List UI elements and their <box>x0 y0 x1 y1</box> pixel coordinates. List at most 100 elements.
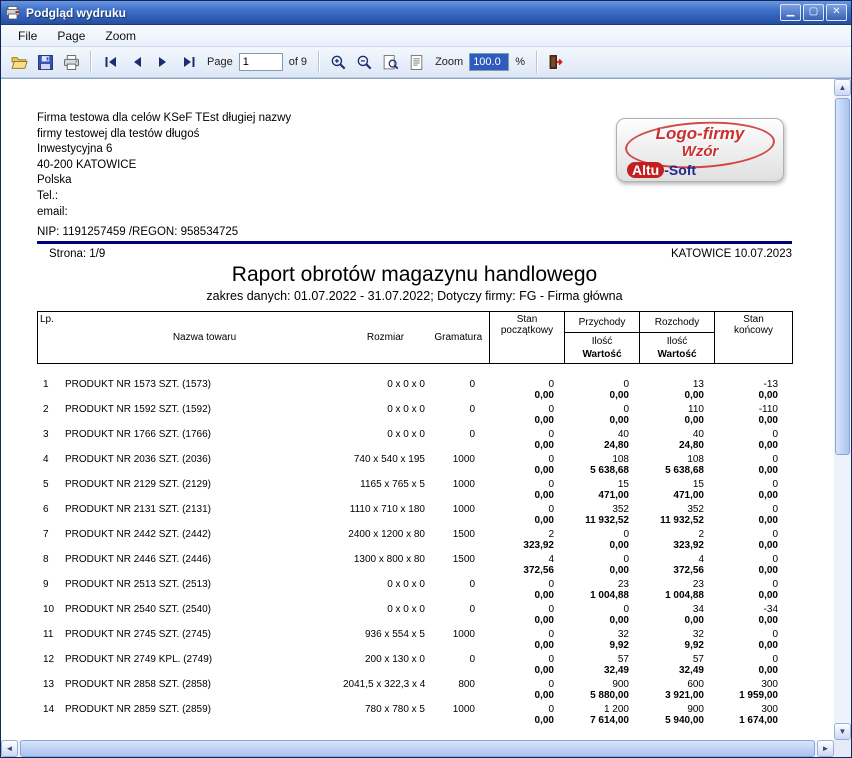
menu-zoom[interactable]: Zoom <box>96 27 145 45</box>
scroll-up-button[interactable]: ▲ <box>834 79 851 96</box>
page-number-input[interactable] <box>239 53 283 71</box>
cell-weight: 0 <box>427 602 489 627</box>
maximize-button[interactable]: ▢ <box>803 4 824 21</box>
cell-outgoing: 6003 921,00 <box>639 677 714 702</box>
zoom-out-button[interactable] <box>352 50 377 74</box>
prev-page-button[interactable] <box>124 50 149 74</box>
minimize-button[interactable]: ▁ <box>780 4 801 21</box>
last-page-button[interactable] <box>176 50 201 74</box>
cell-opening: 00,00 <box>489 377 564 402</box>
print-button[interactable] <box>59 50 84 74</box>
cell-opening: 00,00 <box>489 702 564 727</box>
titlebar[interactable]: Podgląd wydruku ▁ ▢ ✕ <box>1 1 851 25</box>
city-date: KATOWICE 10.07.2023 <box>671 248 792 260</box>
open-button[interactable] <box>7 50 32 74</box>
next-page-icon <box>155 54 171 70</box>
cell-closing: 00,00 <box>714 477 792 502</box>
cell-weight: 1000 <box>427 477 489 502</box>
cell-closing: 00,00 <box>714 652 792 677</box>
save-button[interactable] <box>33 50 58 74</box>
text-view-button[interactable] <box>404 50 429 74</box>
text-page-icon <box>408 54 425 71</box>
cell-weight: 1500 <box>427 527 489 552</box>
cell-weight: 1000 <box>427 702 489 727</box>
report-title: Raport obrotów magazynu handlowego <box>37 263 792 287</box>
cell-lp: 3 <box>37 427 65 452</box>
first-page-icon <box>103 54 119 70</box>
cell-outgoing: 4024,80 <box>639 427 714 452</box>
scrollbar-corner <box>834 740 851 757</box>
first-page-button[interactable] <box>98 50 123 74</box>
cell-lp: 4 <box>37 452 65 477</box>
cell-opening: 00,00 <box>489 452 564 477</box>
column-header-outgoing: Rozchody <box>640 312 715 333</box>
cell-outgoing: 35211 932,52 <box>639 502 714 527</box>
column-header-lp: Lp. <box>38 312 66 364</box>
cell-weight: 0 <box>427 402 489 427</box>
cell-lp: 10 <box>37 602 65 627</box>
cell-incoming: 00,00 <box>564 527 639 552</box>
cell-opening: 00,00 <box>489 502 564 527</box>
cell-weight: 0 <box>427 427 489 452</box>
table-row: 6PRODUKT NR 2131 SZT. (2131)1110 x 710 x… <box>37 502 792 527</box>
vertical-scroll-thumb[interactable] <box>835 98 850 455</box>
table-row: 3PRODUKT NR 1766 SZT. (1766)0 x 0 x 0000… <box>37 427 792 452</box>
cell-incoming: 15471,00 <box>564 477 639 502</box>
cell-lp: 9 <box>37 577 65 602</box>
logo-brand-soft: -Soft <box>664 162 696 178</box>
cell-name: PRODUKT NR 2129 SZT. (2129) <box>65 477 343 502</box>
column-header-incoming: Przychody <box>565 312 640 333</box>
zoom-input[interactable] <box>469 53 509 71</box>
logo-brand-altu: Altu <box>627 162 664 178</box>
cell-outgoing: 329,92 <box>639 627 714 652</box>
cell-opening: 00,00 <box>489 652 564 677</box>
preview-viewport: Firma testowa dla celów KSeF TEst długie… <box>1 78 851 757</box>
table-row: 8PRODUKT NR 2446 SZT. (2446)1300 x 800 x… <box>37 552 792 577</box>
next-page-button[interactable] <box>150 50 175 74</box>
menu-file[interactable]: File <box>9 27 46 45</box>
table-row: 1PRODUKT NR 1573 SZT. (1573)0 x 0 x 0000… <box>37 377 792 402</box>
table-row: 4PRODUKT NR 2036 SZT. (2036)740 x 540 x … <box>37 452 792 477</box>
table-row: 10PRODUKT NR 2540 SZT. (2540)0 x 0 x 000… <box>37 602 792 627</box>
prev-page-icon <box>129 54 145 70</box>
scroll-right-button[interactable]: ► <box>817 740 834 757</box>
cell-outgoing: 1100,00 <box>639 402 714 427</box>
cell-size: 0 x 0 x 0 <box>343 577 427 602</box>
cell-closing: 00,00 <box>714 502 792 527</box>
table-row: 9PRODUKT NR 2513 SZT. (2513)0 x 0 x 0000… <box>37 577 792 602</box>
zoom-label: Zoom <box>435 56 463 68</box>
menu-page[interactable]: Page <box>48 27 94 45</box>
cell-incoming: 9005 880,00 <box>564 677 639 702</box>
cell-opening: 4372,56 <box>489 552 564 577</box>
scroll-left-button[interactable]: ◄ <box>1 740 18 757</box>
cell-name: PRODUKT NR 1573 SZT. (1573) <box>65 377 343 402</box>
exit-button[interactable] <box>544 50 569 74</box>
document-page: Firma testowa dla celów KSeF TEst długie… <box>1 79 834 740</box>
vertical-scrollbar[interactable]: ▲ ▼ <box>834 79 851 740</box>
cell-closing: 00,00 <box>714 527 792 552</box>
close-button[interactable]: ✕ <box>826 4 847 21</box>
cell-incoming: 00,00 <box>564 552 639 577</box>
cell-weight: 0 <box>427 577 489 602</box>
zoom-in-button[interactable] <box>326 50 351 74</box>
fit-page-button[interactable] <box>378 50 403 74</box>
cell-name: PRODUKT NR 2131 SZT. (2131) <box>65 502 343 527</box>
cell-weight: 0 <box>427 377 489 402</box>
cell-weight: 1000 <box>427 452 489 477</box>
horizontal-scroll-thumb[interactable] <box>20 740 815 757</box>
cell-opening: 00,00 <box>489 402 564 427</box>
cell-outgoing: 5732,49 <box>639 652 714 677</box>
column-header-weight: Gramatura <box>428 312 490 364</box>
cell-name: PRODUKT NR 2745 SZT. (2745) <box>65 627 343 652</box>
cell-name: PRODUKT NR 2858 SZT. (2858) <box>65 677 343 702</box>
cell-closing: 00,00 <box>714 552 792 577</box>
cell-outgoing: 1085 638,68 <box>639 452 714 477</box>
report-subtitle: zakres danych: 01.07.2022 - 31.07.2022; … <box>37 289 792 303</box>
report-table-header: Lp. Nazwa towaru Rozmiar Gramatura Stan … <box>37 311 793 364</box>
cell-size: 1110 x 710 x 180 <box>343 502 427 527</box>
scroll-down-button[interactable]: ▼ <box>834 723 851 740</box>
horizontal-scrollbar[interactable]: ◄ ► <box>1 740 834 757</box>
page-label: Page <box>207 56 233 68</box>
cell-lp: 14 <box>37 702 65 727</box>
cell-closing: 3001 959,00 <box>714 677 792 702</box>
